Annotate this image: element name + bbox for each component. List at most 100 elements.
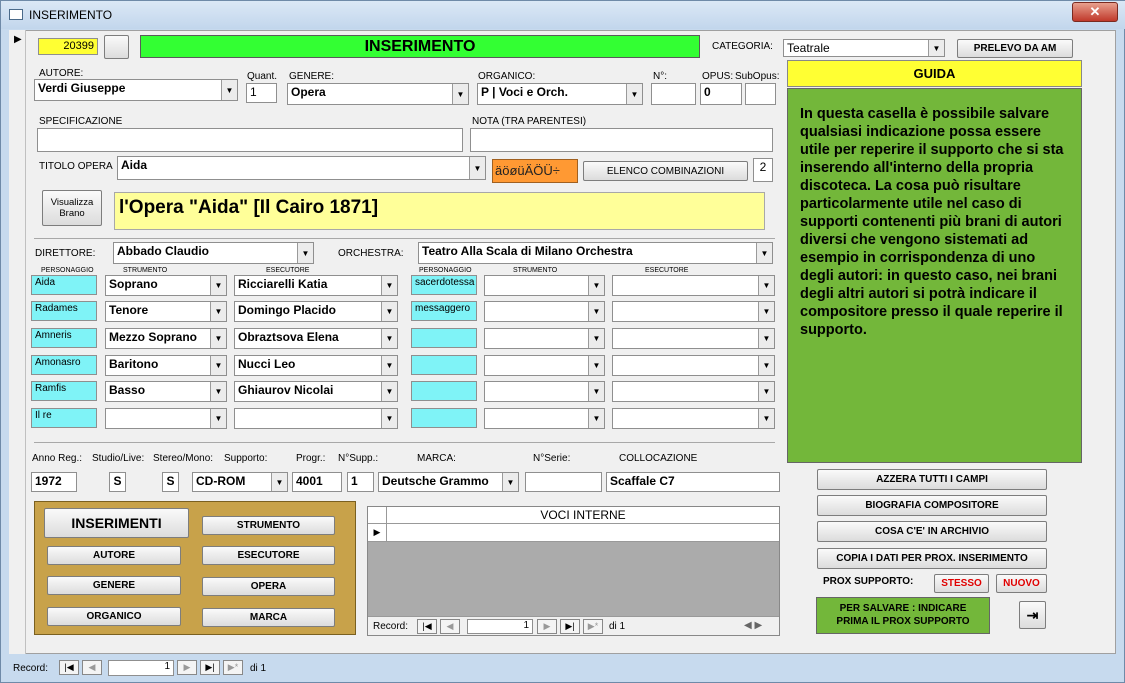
strumento-select[interactable]: ▼ xyxy=(484,328,605,349)
personaggio-field[interactable]: Il re xyxy=(31,408,97,428)
organico-button[interactable]: ORGANICO xyxy=(47,607,181,626)
autore-button[interactable]: AUTORE xyxy=(47,546,181,565)
direttore-select[interactable]: Abbado Claudio ▼ xyxy=(113,242,314,264)
esecutore-select[interactable]: ▼ xyxy=(612,328,775,349)
strumento-button[interactable]: STRUMENTO xyxy=(202,516,335,535)
nota-input[interactable] xyxy=(470,128,773,152)
archivio-button[interactable]: COSA C'E' IN ARCHIVIO xyxy=(817,521,1047,542)
progr-input[interactable]: 4001 xyxy=(292,472,342,492)
personaggio-field[interactable]: Aida xyxy=(31,275,97,295)
specificazione-input[interactable] xyxy=(37,128,463,152)
esecutore-select[interactable]: Domingo Placido ▼ xyxy=(234,301,398,322)
organico-select[interactable]: P | Voci e Orch. ▼ xyxy=(477,83,643,105)
inserimenti-title-button[interactable]: INSERIMENTI xyxy=(44,508,189,538)
prev-record-icon[interactable]: ◀ xyxy=(82,660,102,675)
elenco-combinazioni-button[interactable]: ELENCO COMBINAZIONI xyxy=(583,161,748,181)
anno-input[interactable]: 1972 xyxy=(31,472,77,492)
record-id-field[interactable]: 20399 xyxy=(38,38,98,55)
first-record-icon[interactable]: |◀ xyxy=(417,619,437,634)
nserie-input[interactable] xyxy=(525,472,602,492)
stereo-input[interactable]: S xyxy=(162,472,179,492)
personaggio-field[interactable]: sacerdotessa xyxy=(411,275,477,295)
esecutore-select[interactable]: ▼ xyxy=(612,275,775,296)
scroll-arrows-icon[interactable]: ◀ ▶ xyxy=(744,620,762,631)
collocazione-input[interactable]: Scaffale C7 xyxy=(606,472,780,492)
nsupp-input[interactable]: 1 xyxy=(347,472,374,492)
chevron-down-icon: ▼ xyxy=(210,302,226,321)
guida-text[interactable]: In questa casella è possibile salvare qu… xyxy=(787,88,1082,463)
strumento-select[interactable]: ▼ xyxy=(484,408,605,429)
marca-button[interactable]: MARCA xyxy=(202,608,335,627)
strumento-select[interactable]: Baritono ▼ xyxy=(105,355,227,376)
orchestra-select[interactable]: Teatro Alla Scala di Milano Orchestra ▼ xyxy=(418,242,773,264)
first-record-icon[interactable]: |◀ xyxy=(59,660,79,675)
azzera-button[interactable]: AZZERA TUTTI I CAMPI xyxy=(817,469,1047,490)
exit-button[interactable]: ⇥ xyxy=(1019,601,1046,629)
personaggio-field[interactable]: Amneris xyxy=(31,328,97,348)
personaggio-field[interactable]: Radames xyxy=(31,301,97,321)
genere-button[interactable]: GENERE xyxy=(47,576,181,595)
visualizza-brano-button[interactable]: Visualizza Brano xyxy=(42,190,102,226)
last-record-icon[interactable]: ▶| xyxy=(560,619,580,634)
special-chars-button[interactable]: äöøüÄÖÜ÷ xyxy=(492,159,578,183)
chevron-down-icon: ▼ xyxy=(588,409,604,428)
esecutore-select[interactable]: Obraztsova Elena ▼ xyxy=(234,328,398,349)
voci-record-input[interactable]: 1 xyxy=(467,619,533,634)
marca-select[interactable]: Deutsche Grammo ▼ xyxy=(378,472,519,492)
prelevo-button[interactable]: PRELEVO DA AM xyxy=(957,39,1073,58)
last-record-icon[interactable]: ▶| xyxy=(200,660,220,675)
personaggio-field[interactable] xyxy=(411,381,477,401)
footer-record-input[interactable]: 1 xyxy=(108,660,174,676)
strumento-select[interactable]: ▼ xyxy=(484,381,605,402)
opus-input[interactable]: 0 xyxy=(700,83,742,105)
esecutore-select[interactable]: Ghiaurov Nicolai ▼ xyxy=(234,381,398,402)
numero-input[interactable] xyxy=(651,83,696,105)
titolo-select[interactable]: Aida ▼ xyxy=(117,156,486,180)
close-button[interactable]: ✕ xyxy=(1072,2,1118,22)
chevron-down-icon: ▼ xyxy=(758,329,774,348)
personaggio-field[interactable]: Amonasro xyxy=(31,355,97,375)
strumento-select[interactable]: Mezzo Soprano ▼ xyxy=(105,328,227,349)
strumento-select[interactable]: Soprano ▼ xyxy=(105,275,227,296)
strumento-select[interactable]: Tenore ▼ xyxy=(105,301,227,322)
new-record-icon[interactable]: ▶* xyxy=(583,619,603,634)
opera-button[interactable]: OPERA xyxy=(202,577,335,596)
copia-button[interactable]: COPIA I DATI PER PROX. INSERIMENTO xyxy=(817,548,1047,569)
record-selector[interactable]: ▶ xyxy=(9,30,26,654)
next-record-icon[interactable]: ▶ xyxy=(177,660,197,675)
strumento-select[interactable]: ▼ xyxy=(484,301,605,322)
personaggio-field[interactable] xyxy=(411,355,477,375)
quant-input[interactable]: 1 xyxy=(246,83,277,103)
esecutore-select[interactable]: ▼ xyxy=(234,408,398,429)
esecutore-select[interactable]: ▼ xyxy=(612,301,775,322)
personaggio-field[interactable] xyxy=(411,328,477,348)
nuovo-button[interactable]: NUOVO xyxy=(996,574,1047,593)
strumento-select[interactable]: ▼ xyxy=(105,408,227,429)
supporto-select[interactable]: CD-ROM ▼ xyxy=(192,472,288,492)
next-record-icon[interactable]: ▶ xyxy=(537,619,557,634)
esecutore-select[interactable]: ▼ xyxy=(612,381,775,402)
autore-select[interactable]: Verdi Giuseppe ▼ xyxy=(34,79,238,101)
esecutore-select[interactable]: ▼ xyxy=(612,355,775,376)
categoria-select[interactable]: Teatrale ▼ xyxy=(783,39,945,57)
esecutore-select[interactable]: ▼ xyxy=(612,408,775,429)
subopus-input[interactable] xyxy=(745,83,776,105)
studio-input[interactable]: S xyxy=(109,472,126,492)
esecutore-select[interactable]: Nucci Leo ▼ xyxy=(234,355,398,376)
strumento-select[interactable]: Basso ▼ xyxy=(105,381,227,402)
strumento-select[interactable]: ▼ xyxy=(484,355,605,376)
stesso-button[interactable]: STESSO xyxy=(934,574,989,593)
esecutore-button[interactable]: ESECUTORE xyxy=(202,546,335,565)
anno-label: Anno Reg.: xyxy=(32,453,83,464)
personaggio-field[interactable]: Ramfis xyxy=(31,381,97,401)
personaggio-field[interactable]: messaggero xyxy=(411,301,477,321)
voci-new-row[interactable]: ▶ xyxy=(368,524,779,542)
biografia-button[interactable]: BIOGRAFIA COMPOSITORE xyxy=(817,495,1047,516)
prev-record-icon[interactable]: ◀ xyxy=(440,619,460,634)
blank-button[interactable] xyxy=(104,35,129,59)
esecutore-select[interactable]: Ricciarelli Katia ▼ xyxy=(234,275,398,296)
strumento-select[interactable]: ▼ xyxy=(484,275,605,296)
genere-select[interactable]: Opera ▼ xyxy=(287,83,469,105)
personaggio-field[interactable] xyxy=(411,408,477,428)
new-record-icon[interactable]: ▶* xyxy=(223,660,243,675)
